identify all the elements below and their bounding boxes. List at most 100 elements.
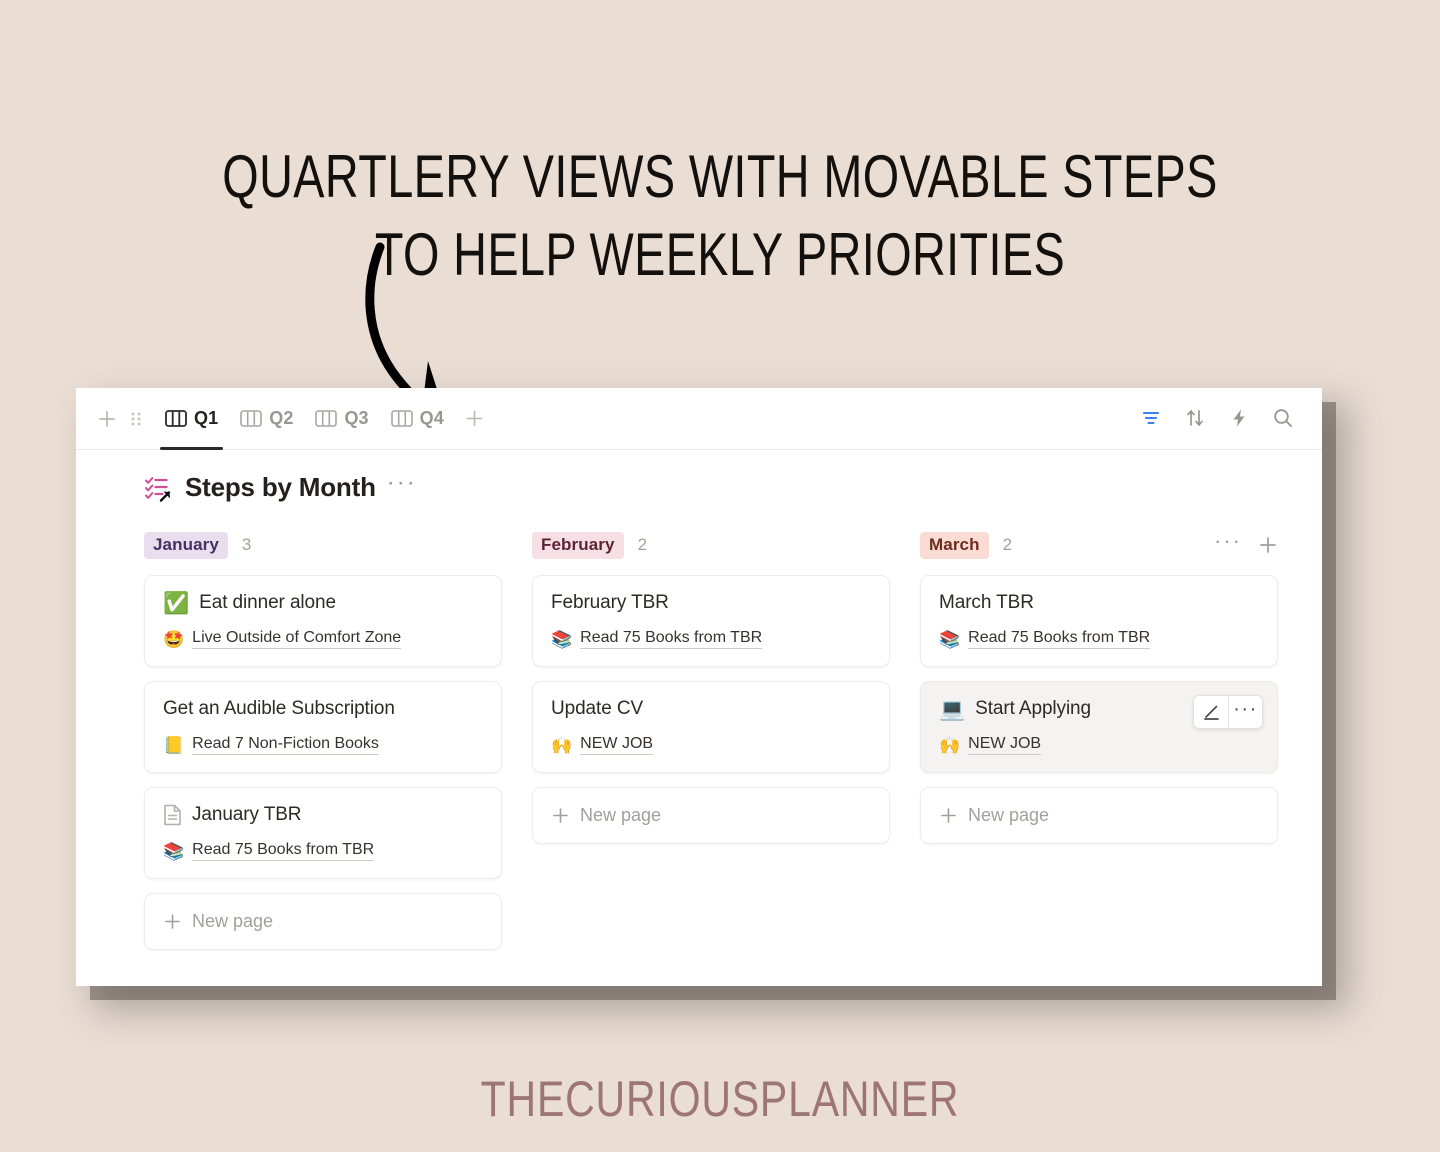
page-title: Steps by Month [185,472,376,502]
toolbar-actions [1140,407,1300,431]
board-card[interactable]: February TBR 📚 Read 75 Books from TBR [532,575,890,667]
add-view-tab-button[interactable] [455,409,494,428]
new-page-label: New page [580,805,662,825]
tab-q2-label: Q2 [269,408,294,428]
board-view-icon [315,410,338,427]
card-title: March TBR [939,592,1034,613]
status-badge[interactable]: March [920,531,989,559]
card-title-row: Update CV [551,698,871,720]
notion-app-window: Q1 Q2 Q3 Q4 Steps by Month ··· January 3… [76,388,1322,986]
star-struck-emoji-icon: 🤩 [163,629,185,649]
new-page-button-january[interactable]: New page [144,893,502,950]
plus-icon [939,806,958,825]
edit-pencil-icon[interactable] [1194,696,1228,728]
board-card[interactable]: ✅ Eat dinner alone 🤩 Live Outside of Com… [144,575,502,667]
card-title-row: ✅ Eat dinner alone [163,592,483,614]
relation-link[interactable]: Live Outside of Comfort Zone [192,629,402,649]
new-page-button-february[interactable]: New page [532,787,890,844]
relation-link[interactable]: Read 75 Books from TBR [580,629,763,649]
linked-checklist-view-icon [144,473,174,503]
tab-q1-label: Q1 [194,408,219,428]
card-title: January TBR [192,804,302,825]
card-title-row: January TBR [163,804,483,826]
notebook-emoji-icon: 📒 [163,735,185,755]
brand-footer: THECURIOUSPLANNER [480,1071,960,1127]
add-block-button[interactable] [90,402,124,436]
card-relation: 📚 Read 75 Books from TBR [163,841,483,861]
board-view-icon [240,410,263,427]
card-title: February TBR [551,592,669,613]
tab-q2[interactable]: Q2 [229,388,304,449]
search-icon[interactable] [1272,407,1296,431]
column-header-actions: ··· [1214,529,1278,555]
card-relation: 🙌 NEW JOB [939,735,1259,755]
tab-q4-label: Q4 [419,408,444,428]
card-relation: 🤩 Live Outside of Comfort Zone [163,629,483,649]
card-title: Get an Audible Subscription [163,698,395,719]
card-relation: 📒 Read 7 Non-Fiction Books [163,735,483,755]
card-hover-actions: ··· [1193,695,1263,729]
column-count: 2 [1002,535,1013,554]
board-column-march: March 2 ··· March TBR 📚 Read 75 Books fr… [920,529,1278,950]
status-badge[interactable]: January [144,531,228,559]
column-header-march: March 2 ··· [920,529,1278,561]
board-more-options-icon[interactable]: ··· [387,470,417,498]
card-relation: 📚 Read 75 Books from TBR [551,629,871,649]
card-title-row: March TBR [939,592,1259,614]
laptop-emoji-icon: 💻 [939,697,966,721]
column-more-options-icon[interactable]: ··· [1214,529,1242,554]
new-page-button-march[interactable]: New page [920,787,1278,844]
tab-q1[interactable]: Q1 [154,388,229,450]
tab-q3-label: Q3 [344,408,369,428]
board-view-icon [390,410,413,427]
column-count: 3 [241,535,252,554]
column-count: 2 [637,535,648,554]
automation-lightning-icon[interactable] [1228,407,1252,431]
board-column-february: February 2 February TBR 📚 Read 75 Books … [532,529,890,950]
raising-hands-emoji-icon: 🙌 [551,735,573,755]
relation-link[interactable]: Read 75 Books from TBR [968,629,1151,649]
card-relation: 🙌 NEW JOB [551,735,871,755]
sort-icon[interactable] [1184,407,1208,431]
board-card[interactable]: March TBR 📚 Read 75 Books from TBR [920,575,1278,667]
board-card[interactable]: Update CV 🙌 NEW JOB [532,681,890,773]
raising-hands-emoji-icon: 🙌 [939,735,961,755]
view-toolbar: Q1 Q2 Q3 Q4 [76,388,1322,450]
tab-q3[interactable]: Q3 [304,388,379,449]
column-header-january: January 3 [144,529,502,561]
new-page-label: New page [192,911,274,931]
drag-handle-icon[interactable] [124,402,148,436]
view-tabs: Q1 Q2 Q3 Q4 [154,388,494,450]
relation-link[interactable]: NEW JOB [968,735,1042,755]
books-emoji-icon: 📚 [551,629,573,649]
books-emoji-icon: 📚 [163,841,185,861]
card-relation: 📚 Read 75 Books from TBR [939,629,1259,649]
plus-icon [163,912,182,931]
relation-link[interactable]: Read 7 Non-Fiction Books [192,735,379,755]
relation-link[interactable]: Read 75 Books from TBR [192,841,375,861]
page-doc-icon [163,804,182,826]
relation-link[interactable]: NEW JOB [580,735,654,755]
status-badge[interactable]: February [532,531,624,559]
promo-headline: QUARTLERY VIEWS WITH MOVABLE STEPS TO HE… [222,143,1231,288]
board-view-icon [165,410,187,427]
new-page-label: New page [968,805,1050,825]
board-card[interactable]: January TBR 📚 Read 75 Books from TBR [144,787,502,879]
check-mark-emoji-icon: ✅ [163,591,190,615]
board-card[interactable]: Get an Audible Subscription 📒 Read 7 Non… [144,681,502,773]
tab-q4[interactable]: Q4 [380,388,455,449]
board-columns: January 3 ✅ Eat dinner alone 🤩 Live Outs… [144,529,1296,950]
board-view: Steps by Month ··· January 3 ✅ Eat dinne… [76,450,1322,950]
board-card-hovered[interactable]: 💻 Start Applying 🙌 NEW JOB ··· [920,681,1278,773]
board-header: Steps by Month ··· [144,470,1296,503]
column-header-february: February 2 [532,529,890,561]
card-title: Update CV [551,698,644,719]
more-options-icon[interactable]: ··· [1228,696,1262,728]
card-title-row: Get an Audible Subscription [163,698,483,720]
plus-icon [551,806,570,825]
column-add-card-icon[interactable] [1258,535,1278,555]
card-title-row: February TBR [551,592,871,614]
books-emoji-icon: 📚 [939,629,961,649]
card-title: Start Applying [975,698,1091,719]
filter-icon[interactable] [1140,407,1164,431]
